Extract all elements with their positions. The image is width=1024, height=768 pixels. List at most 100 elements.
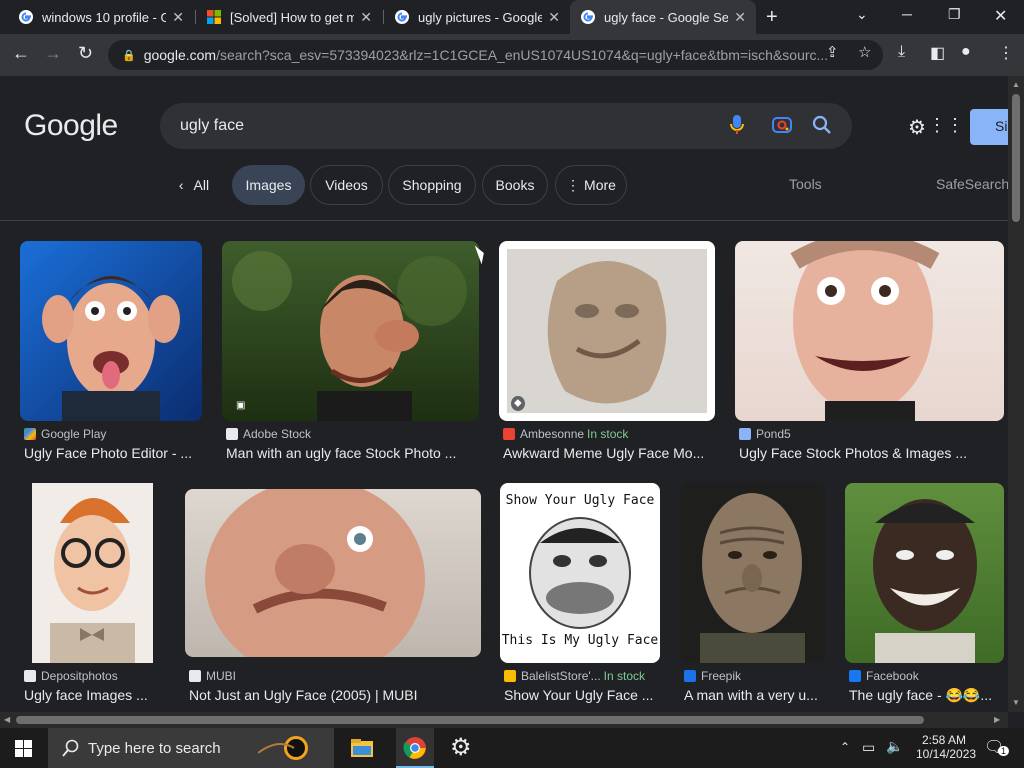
settings-gear-icon[interactable]: ⚙ bbox=[908, 115, 926, 140]
chip-more[interactable]: ⋮ More bbox=[555, 165, 627, 205]
settings-gear-icon: ⚙ bbox=[450, 734, 472, 761]
result-caption[interactable]: Ugly Face Photo Editor - ... bbox=[24, 445, 204, 461]
tray-chevron-up-icon[interactable]: ⌃ bbox=[840, 740, 850, 754]
result-source[interactable]: BalelistStore'... In stock bbox=[504, 669, 645, 683]
source-label: Google Play bbox=[41, 427, 107, 441]
horizontal-scroll-thumb[interactable] bbox=[16, 716, 924, 724]
volume-muted-icon[interactable]: 🔈 bbox=[886, 738, 903, 755]
tab-solved-how-to[interactable]: [Solved] How to get my ✕ bbox=[196, 0, 382, 34]
result-caption[interactable]: Not Just an Ugly Face (2005) | MUBI bbox=[189, 687, 479, 703]
chip-books[interactable]: Books bbox=[482, 165, 548, 205]
tab-windows-10-profile[interactable]: windows 10 profile - Go ✕ bbox=[8, 0, 194, 34]
clock-time: 2:58 AM bbox=[921, 733, 967, 747]
result-image-ambesonne[interactable]: ⬥ bbox=[499, 241, 715, 421]
address-bar[interactable]: 🔒 google.com /search?sca_esv=573394023&r… bbox=[108, 40, 883, 70]
scroll-down-icon[interactable]: ▼ bbox=[1012, 698, 1020, 707]
result-source[interactable]: Facebook bbox=[849, 669, 919, 683]
profile-icon[interactable]: ● bbox=[961, 43, 971, 61]
result-source[interactable]: MUBI bbox=[189, 669, 236, 683]
result-source[interactable]: Google Play bbox=[24, 427, 106, 441]
window-close-button[interactable]: ✕ bbox=[994, 6, 1007, 26]
result-image-mubi[interactable] bbox=[185, 489, 481, 657]
chip-videos[interactable]: Videos bbox=[310, 165, 383, 205]
source-label: BalelistStore'... bbox=[521, 669, 601, 683]
chrome-taskbar-item[interactable] bbox=[396, 728, 434, 768]
microphone-icon[interactable] bbox=[730, 115, 744, 140]
mubi-icon bbox=[189, 670, 201, 682]
safesearch-button[interactable]: SafeSearch bbox=[936, 176, 1008, 192]
vertical-scrollbar[interactable]: ▲ ▼ bbox=[1008, 76, 1024, 712]
result-caption[interactable]: The ugly face - 😂😂... bbox=[849, 687, 1004, 704]
share-icon[interactable]: ⇪ bbox=[826, 43, 839, 61]
download-icon[interactable]: ⤓ bbox=[898, 43, 905, 61]
tab-ugly-face[interactable]: ugly face - Google Sear ✕ bbox=[570, 0, 756, 34]
forward-button[interactable]: → bbox=[44, 43, 62, 64]
horizontal-scrollbar[interactable]: ◀ ▶ bbox=[0, 712, 1008, 728]
result-caption[interactable]: Man with an ugly face Stock Photo ... bbox=[226, 445, 476, 461]
search-icon[interactable] bbox=[812, 115, 832, 140]
result-image-facebook[interactable] bbox=[845, 483, 1004, 663]
result-caption[interactable]: Ugly face Images ... bbox=[24, 687, 169, 703]
scroll-right-icon[interactable]: ▶ bbox=[994, 715, 1000, 724]
bookmark-star-icon[interactable]: ☆ bbox=[858, 43, 871, 61]
settings-taskbar-item[interactable]: ⚙ bbox=[442, 728, 480, 768]
result-caption[interactable]: Show Your Ugly Face ... bbox=[504, 687, 660, 703]
tools-button[interactable]: Tools bbox=[789, 176, 822, 192]
scroll-left-icon[interactable]: ◀ bbox=[4, 715, 10, 724]
sign-in-button[interactable]: Si bbox=[970, 109, 1008, 145]
result-caption[interactable]: Awkward Meme Ugly Face Mo... bbox=[503, 445, 715, 461]
back-button[interactable]: ← bbox=[12, 43, 30, 64]
result-source[interactable]: Pond5 bbox=[739, 427, 791, 441]
result-caption[interactable]: Ugly Face Stock Photos & Images ... bbox=[739, 445, 1001, 461]
search-input[interactable] bbox=[180, 113, 700, 139]
new-tab-button[interactable]: + bbox=[766, 6, 778, 29]
chip-images[interactable]: Images bbox=[232, 165, 305, 205]
result-source[interactable]: Adobe Stock bbox=[226, 427, 311, 441]
result-image-balelist[interactable]: Show Your Ugly Face This Is My Ugly Face bbox=[500, 483, 660, 663]
result-caption[interactable]: A man with a very u... bbox=[684, 687, 824, 703]
address-path: /search?sca_esv=573394023&rlz=1C1GCEA_en… bbox=[216, 47, 829, 63]
result-source[interactable]: Depositphotos bbox=[24, 669, 118, 683]
result-image-depositphotos[interactable] bbox=[20, 483, 165, 663]
tab-title: ugly pictures - Google bbox=[418, 9, 543, 25]
close-icon[interactable]: ✕ bbox=[734, 9, 746, 26]
result-image-google-play[interactable] bbox=[20, 241, 202, 421]
chip-shopping[interactable]: Shopping bbox=[388, 165, 476, 205]
close-icon[interactable]: ✕ bbox=[548, 9, 560, 26]
meme-clay-face-image bbox=[507, 249, 707, 413]
tag-badge-icon: ⬥ bbox=[511, 396, 525, 411]
in-stock-label: In stock bbox=[587, 427, 629, 441]
result-image-adobe-stock[interactable]: ▣ bbox=[222, 241, 479, 421]
tab-ugly-pictures[interactable]: ugly pictures - Google ✕ bbox=[384, 0, 570, 34]
result-image-freepik[interactable] bbox=[680, 483, 825, 663]
windows-start-icon[interactable] bbox=[15, 740, 32, 757]
close-icon[interactable]: ✕ bbox=[360, 9, 372, 26]
ambesonne-icon bbox=[503, 428, 515, 440]
file-explorer-icon[interactable] bbox=[350, 736, 374, 760]
facebook-icon bbox=[849, 670, 861, 682]
result-image-pond5[interactable] bbox=[735, 241, 1004, 421]
result-source[interactable]: Freepik bbox=[684, 669, 741, 683]
restore-button[interactable]: ❐ bbox=[948, 6, 961, 23]
minimize-button[interactable]: ─ bbox=[902, 6, 912, 22]
search-box[interactable] bbox=[160, 103, 852, 149]
meme-face-image bbox=[529, 517, 631, 629]
side-panel-icon[interactable]: ◧ bbox=[930, 43, 945, 63]
balelist-icon bbox=[504, 670, 516, 682]
menu-dots-icon[interactable]: ⋮ bbox=[998, 43, 1014, 63]
tab-search-chevron-icon[interactable]: ⌄ bbox=[856, 6, 868, 23]
chip-all[interactable]: ‹ All bbox=[166, 165, 222, 205]
result-source[interactable]: Ambesonne In stock bbox=[503, 427, 628, 441]
vertical-scroll-thumb[interactable] bbox=[1012, 94, 1020, 222]
reload-button[interactable]: ↻ bbox=[78, 43, 93, 64]
network-icon[interactable]: ▭ bbox=[862, 739, 875, 756]
lens-camera-icon[interactable] bbox=[772, 115, 792, 140]
close-icon[interactable]: ✕ bbox=[172, 9, 184, 26]
taskbar-search-box[interactable]: Type here to search bbox=[48, 728, 334, 768]
man-big-nose-image bbox=[232, 251, 467, 421]
image-badge-icon: ▣ bbox=[236, 400, 246, 411]
clock[interactable]: 2:58 AM 10/14/2023 bbox=[916, 733, 976, 761]
google-icon bbox=[581, 10, 595, 24]
scroll-up-icon[interactable]: ▲ bbox=[1012, 80, 1020, 89]
google-logo[interactable]: Google bbox=[24, 109, 118, 143]
